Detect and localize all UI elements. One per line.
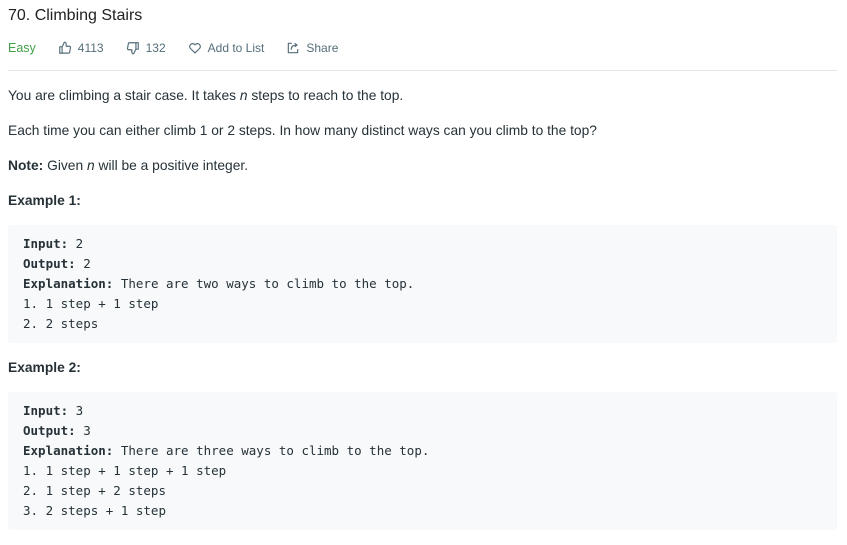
share-button[interactable]: Share bbox=[286, 41, 338, 55]
thumbs-down-icon bbox=[126, 41, 140, 55]
problem-title: 70. Climbing Stairs bbox=[8, 7, 143, 24]
problem-meta-bar: Easy 4113 132 Add to List Share bbox=[8, 37, 837, 59]
explanation-label: Explanation: bbox=[23, 443, 114, 458]
add-to-list-button[interactable]: Add to List bbox=[188, 41, 265, 55]
statement-text: You are climbing a stair case. It takes bbox=[8, 88, 240, 103]
share-label: Share bbox=[306, 41, 339, 55]
dislike-button[interactable]: 132 bbox=[126, 41, 166, 55]
add-to-list-label: Add to List bbox=[207, 41, 265, 55]
statement-text: steps to reach to the top. bbox=[247, 88, 404, 103]
example-step-line: 2. 2 steps bbox=[23, 316, 99, 331]
explanation-value: There are two ways to climb to the top. bbox=[113, 276, 415, 291]
note-text: will be a positive integer. bbox=[94, 158, 249, 173]
note-label: Note: bbox=[8, 158, 44, 173]
problem-description-panel: 70. Climbing Stairs Easy 4113 132 Add to… bbox=[8, 0, 837, 530]
example-output-line: Output: 2 bbox=[23, 254, 822, 274]
explanation-label: Explanation: bbox=[23, 276, 114, 291]
example-step-line: 1. 1 step + 1 step + 1 step bbox=[23, 463, 227, 478]
like-button[interactable]: 4113 bbox=[58, 41, 104, 55]
example-2-title: Example 2: bbox=[8, 360, 81, 375]
heart-icon bbox=[188, 41, 202, 55]
example-step-line: 3. 2 steps + 1 step bbox=[23, 503, 166, 518]
input-label: Input: bbox=[23, 236, 69, 251]
output-value: 2 bbox=[75, 256, 91, 271]
input-label: Input: bbox=[23, 403, 69, 418]
explanation-value: There are three ways to climb to the top… bbox=[113, 443, 430, 458]
example-1-code: Input: 2 Output: 2 Explanation: There ar… bbox=[8, 225, 837, 343]
example-explanation-line: Explanation: There are two ways to climb… bbox=[23, 274, 822, 294]
statement-paragraph-2: Each time you can either climb 1 or 2 st… bbox=[8, 123, 597, 138]
variable-n: n bbox=[86, 158, 95, 173]
output-value: 3 bbox=[75, 423, 91, 438]
difficulty-badge: Easy bbox=[8, 41, 36, 55]
example-step-line: 2. 1 step + 2 steps bbox=[23, 483, 166, 498]
example-input-line: Input: 2 bbox=[23, 234, 822, 254]
note-paragraph: Note: Given n will be a positive integer… bbox=[8, 156, 837, 176]
output-label: Output: bbox=[23, 256, 76, 271]
dislike-count: 132 bbox=[145, 41, 166, 55]
example-1-title: Example 1: bbox=[8, 193, 81, 208]
example-input-line: Input: 3 bbox=[23, 401, 822, 421]
variable-n: n bbox=[239, 88, 248, 103]
thumbs-up-icon bbox=[58, 41, 72, 55]
example-2-code: Input: 3 Output: 3 Explanation: There ar… bbox=[8, 392, 837, 530]
input-value: 2 bbox=[68, 236, 84, 251]
example-explanation-line: Explanation: There are three ways to cli… bbox=[23, 441, 822, 461]
example-output-line: Output: 3 bbox=[23, 421, 822, 441]
problem-statement: You are climbing a stair case. It takes … bbox=[8, 86, 837, 176]
divider bbox=[8, 70, 837, 71]
output-label: Output: bbox=[23, 423, 76, 438]
like-count: 4113 bbox=[77, 41, 104, 55]
example-step-line: 1. 1 step + 1 step bbox=[23, 296, 159, 311]
share-icon bbox=[286, 41, 300, 55]
note-text: Given bbox=[43, 158, 87, 173]
statement-paragraph-1: You are climbing a stair case. It takes … bbox=[8, 86, 837, 106]
input-value: 3 bbox=[68, 403, 84, 418]
